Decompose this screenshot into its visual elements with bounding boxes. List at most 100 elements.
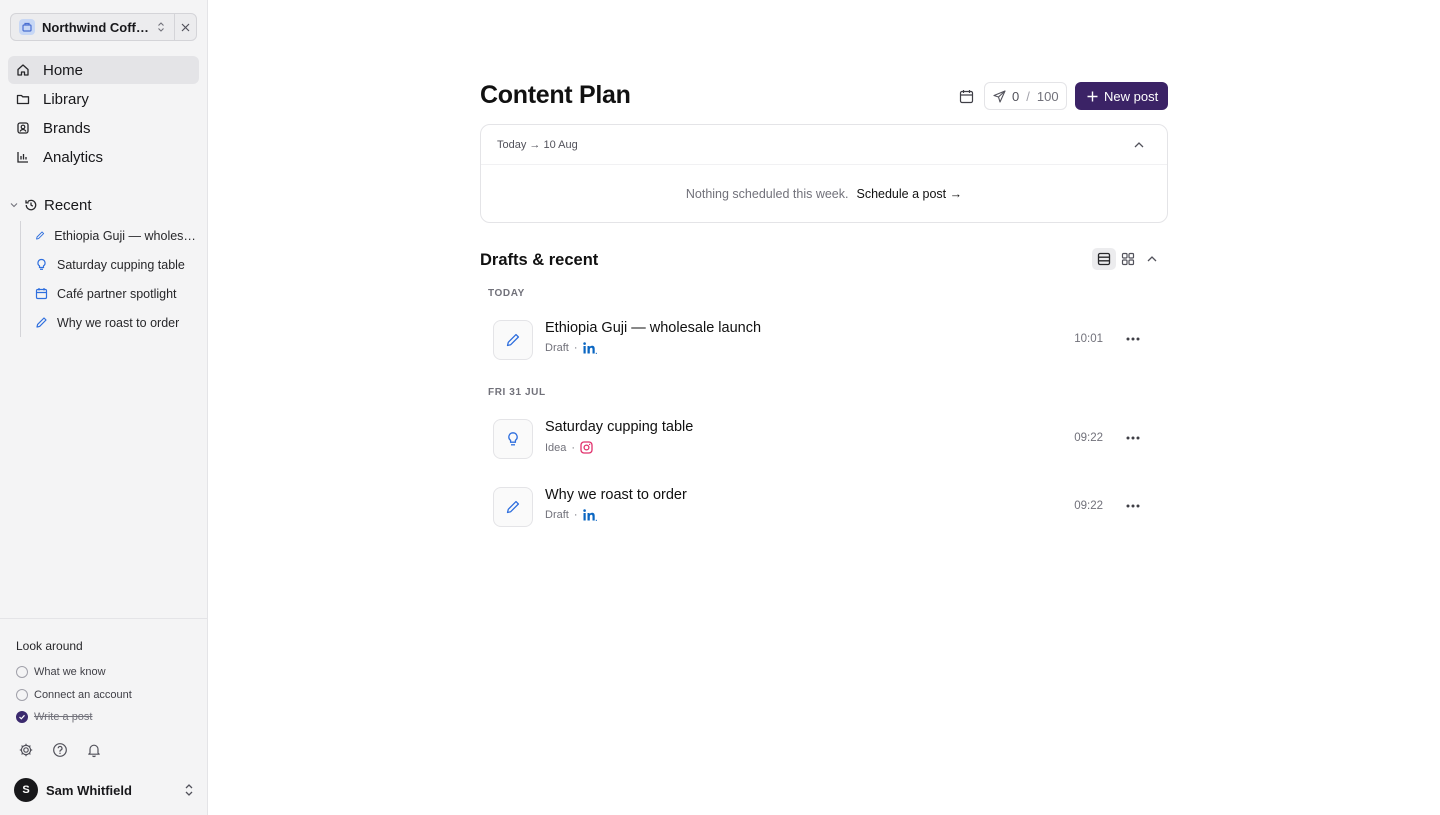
post-title: Saturday cupping table xyxy=(545,419,694,435)
calendar-icon xyxy=(959,89,973,103)
post-meta: Draft · xyxy=(545,509,597,521)
week-empty-state: Nothing scheduled this week. Schedule a … xyxy=(481,165,1167,223)
post-status: Idea xyxy=(545,441,567,454)
post-status: Draft xyxy=(545,509,569,521)
more-options-button[interactable] xyxy=(1122,427,1144,449)
post-row[interactable]: Ethiopia Guji — wholesale launch Draft ·… xyxy=(480,309,1168,371)
checklist-item-label: Write a post xyxy=(34,711,93,724)
unchecked-circle-icon xyxy=(16,666,28,679)
recent-item[interactable]: Ethiopia Guji — wholesale launch xyxy=(21,221,200,250)
schedule-post-link[interactable]: Schedule a post → xyxy=(856,187,962,201)
recent-item[interactable]: Why we roast to order xyxy=(21,308,200,337)
checklist-item[interactable]: What we know xyxy=(16,661,192,684)
calendar-icon xyxy=(35,288,48,300)
group-label: TODAY xyxy=(488,288,525,299)
post-type-icon xyxy=(493,487,533,527)
week-range: Today → 10 Aug xyxy=(497,138,578,151)
lightbulb-icon xyxy=(508,432,518,446)
post-type-icon xyxy=(493,320,533,360)
post-meta: Draft · xyxy=(545,342,597,354)
unchecked-circle-icon xyxy=(16,688,28,701)
recent-item[interactable]: Café partner spotlight xyxy=(21,279,200,308)
recent-item[interactable]: Saturday cupping table xyxy=(21,250,200,279)
chevron-up-down-icon xyxy=(154,21,168,33)
recent-item-label: Ethiopia Guji — wholesale launch xyxy=(54,228,200,243)
sidebar-footer: Look around What we know Connect an acco… xyxy=(0,618,208,802)
grid-view-icon xyxy=(1121,252,1135,266)
utility-buttons xyxy=(18,742,102,763)
chevron-up-down-icon xyxy=(185,784,193,796)
nav-item-home[interactable]: Home xyxy=(8,56,199,84)
more-options-button[interactable] xyxy=(1122,328,1144,350)
nav-item-library[interactable]: Library xyxy=(8,85,199,113)
week-range-header[interactable]: Today → 10 Aug xyxy=(481,125,1167,165)
drafts-section-title: Drafts & recent xyxy=(480,251,599,269)
workspace-name: Northwind Coffee Co. xyxy=(42,19,154,35)
nav-item-brands[interactable]: Brands xyxy=(8,114,199,142)
quota-separator: / xyxy=(1026,88,1030,104)
help-button[interactable] xyxy=(52,742,68,763)
close-icon xyxy=(181,23,190,31)
recent-label: Recent xyxy=(44,196,92,214)
workspace-select[interactable]: Northwind Coffee Co. xyxy=(11,14,174,40)
main-nav: Home Library Brands Analytics xyxy=(8,56,199,172)
gear-icon xyxy=(19,743,33,757)
chevron-up-icon[interactable] xyxy=(1133,139,1145,151)
calendar-view-button[interactable] xyxy=(955,85,977,107)
history-icon xyxy=(25,199,37,211)
post-meta: Idea · xyxy=(545,441,593,454)
collapse-section-button[interactable] xyxy=(1140,248,1164,270)
chevron-down-icon xyxy=(10,203,18,208)
nav-item-label: Library xyxy=(43,90,89,108)
close-workspace-button[interactable] xyxy=(174,14,196,40)
quota-max: 100 xyxy=(1036,88,1059,104)
recent-list: Ethiopia Guji — wholesale launch Saturda… xyxy=(20,221,200,337)
post-status: Draft xyxy=(545,342,569,354)
view-toggle xyxy=(1092,248,1164,270)
pencil-icon xyxy=(506,500,520,514)
workspace-switcher[interactable]: Northwind Coffee Co. xyxy=(10,13,197,41)
more-horizontal-icon xyxy=(1126,436,1140,440)
nav-item-label: Analytics xyxy=(43,148,104,166)
new-post-label: New post xyxy=(1104,88,1159,104)
post-row[interactable]: Why we roast to order Draft · 09:22 xyxy=(480,476,1168,538)
post-row[interactable]: Saturday cupping table Idea · 09:22 xyxy=(480,408,1168,470)
linkedin-icon xyxy=(582,509,597,521)
quota-used: 0 xyxy=(1012,88,1020,104)
pencil-icon xyxy=(506,333,520,347)
look-around-title: Look around xyxy=(16,639,83,653)
bell-icon xyxy=(88,744,100,758)
more-horizontal-icon xyxy=(1126,337,1140,341)
recent-section-toggle[interactable]: Recent xyxy=(10,194,92,216)
checklist-item-label: Connect an account xyxy=(34,688,132,701)
brand-icon xyxy=(17,122,29,134)
list-view-button[interactable] xyxy=(1092,248,1116,270)
page-title: Content Plan xyxy=(480,81,631,109)
group-label: FRI 31 JUL xyxy=(488,387,546,398)
pencil-icon xyxy=(36,231,45,240)
settings-button[interactable] xyxy=(18,742,34,763)
linkedin-icon xyxy=(582,342,597,354)
user-menu[interactable]: S Sam Whitfield xyxy=(14,778,194,802)
recent-item-label: Café partner spotlight xyxy=(57,286,177,301)
list-view-icon xyxy=(1097,252,1111,266)
post-type-icon xyxy=(493,419,533,459)
grid-view-button[interactable] xyxy=(1116,248,1140,270)
plus-icon xyxy=(1087,91,1098,101)
post-time: 09:22 xyxy=(1074,500,1103,512)
sidebar: Northwind Coffee Co. Home Library Brands… xyxy=(0,0,208,815)
empty-message: Nothing scheduled this week. xyxy=(685,187,849,201)
post-quota: 0 / 100 xyxy=(984,82,1067,110)
checklist-item[interactable]: Write a post xyxy=(16,706,192,729)
week-schedule-card: Today → 10 Aug Nothing scheduled this we… xyxy=(480,124,1168,223)
nav-item-label: Brands xyxy=(43,119,91,137)
checklist-item[interactable]: Connect an account xyxy=(16,684,192,707)
more-options-button[interactable] xyxy=(1122,495,1144,517)
help-icon xyxy=(53,743,67,757)
new-post-button[interactable]: New post xyxy=(1075,82,1168,110)
nav-item-analytics[interactable]: Analytics xyxy=(8,143,199,171)
bar-chart-icon xyxy=(17,152,28,163)
recent-item-label: Why we roast to order xyxy=(57,315,180,330)
notifications-button[interactable] xyxy=(86,742,102,763)
user-name: Sam Whitfield xyxy=(46,782,132,798)
